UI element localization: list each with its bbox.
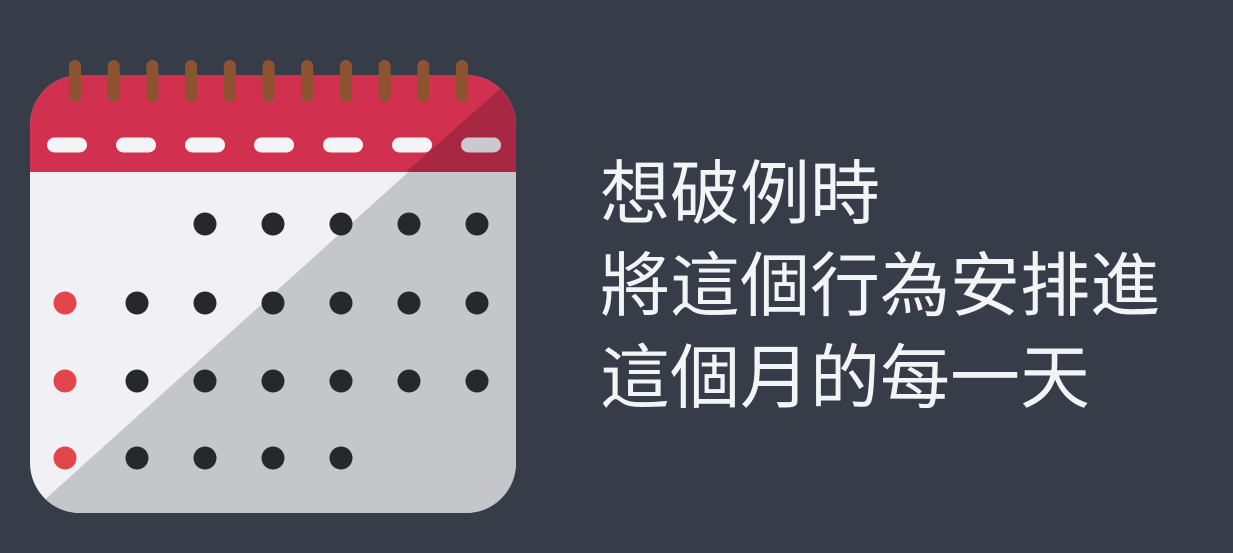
caption-line-3: 這個月的每一天	[600, 337, 1090, 419]
calendar-day-dot	[465, 212, 489, 236]
calendar-day-dot	[125, 446, 149, 470]
calendar-ring	[223, 60, 236, 102]
calendar-ring	[339, 60, 352, 102]
caption: 想破例時 將這個行為安排進 這個月的每一天	[600, 148, 1160, 424]
calendar-tab	[323, 137, 363, 153]
calendar-ring	[185, 60, 198, 102]
calendar-day-dot	[261, 369, 285, 393]
caption-line-2: 將這個行為安排進	[600, 245, 1160, 327]
calendar-tab	[392, 137, 432, 153]
calendar-day-dot	[397, 212, 421, 236]
calendar-day-dot	[329, 369, 353, 393]
calendar-day-dot	[465, 369, 489, 393]
calendar-day-dot	[125, 291, 149, 315]
calendar-day-dot	[193, 291, 217, 315]
calendar-day-dot	[465, 291, 489, 315]
calendar-ring	[107, 60, 120, 102]
calendar-day-dot-highlight	[53, 446, 77, 470]
calendar-day-dot	[193, 369, 217, 393]
calendar-day-dot-highlight	[53, 291, 77, 315]
calendar-day-dot	[397, 291, 421, 315]
calendar-ring	[417, 60, 430, 102]
calendar-tab	[461, 137, 501, 153]
calendar-tab	[254, 137, 294, 153]
calendar-ring	[456, 60, 468, 102]
calendar-day-dot	[329, 291, 353, 315]
calendar-ring	[378, 60, 391, 102]
calendar-day-dot	[261, 212, 285, 236]
calendar-day-dot	[261, 446, 285, 470]
calendar-day-dot	[125, 369, 149, 393]
calendar-ring	[146, 60, 159, 102]
calendar-day-dot	[329, 446, 353, 470]
calendar-day-dot	[193, 446, 217, 470]
calendar-tab	[116, 137, 156, 153]
calendar-day-dot-highlight	[53, 369, 77, 393]
caption-line-1: 想破例時	[600, 153, 880, 235]
calendar-ring	[69, 60, 81, 102]
calendar-day-dot	[193, 212, 217, 236]
calendar-ring	[301, 60, 314, 102]
calendar-tab	[185, 137, 225, 153]
calendar-day-dot	[329, 212, 353, 236]
calendar-day-dot	[261, 291, 285, 315]
calendar-tab	[47, 137, 87, 153]
calendar-ring	[262, 60, 275, 102]
calendar-day-dot	[397, 369, 421, 393]
